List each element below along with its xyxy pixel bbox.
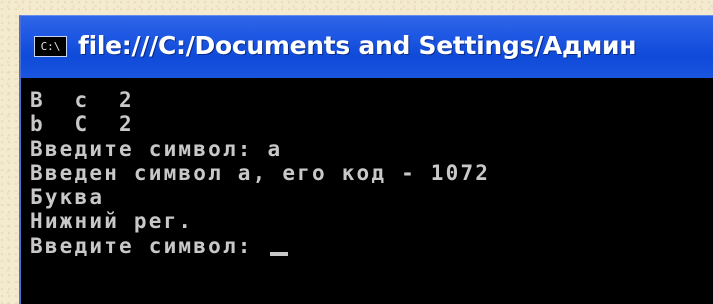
console-prompt: Введите символ: — [30, 233, 268, 258]
console-lines: B c 2 b C 2 Введите символ: а Введен сим… — [30, 88, 490, 258]
console-window[interactable]: C:\ file:///C:/Documents and Settings/Ад… — [19, 15, 713, 304]
console-output[interactable]: B c 2 b C 2 Введите символ: а Введен сим… — [21, 78, 713, 304]
console-line: Введен символ а, его код - 1072 — [30, 160, 491, 185]
console-line: Буква — [30, 185, 105, 210]
console-prompt-line[interactable]: Введите символ: — [30, 234, 490, 258]
console-line: B c 2 — [30, 88, 134, 112]
window-title: file:///C:/Documents and Settings/Админ — [78, 31, 637, 60]
console-line: Введите символ: а — [30, 136, 283, 161]
console-line: b C 2 — [30, 112, 134, 137]
console-icon[interactable]: C:\ — [34, 36, 67, 57]
text-cursor — [269, 251, 288, 256]
console-line: Нижний рег. — [30, 209, 194, 234]
title-bar[interactable]: C:\ file:///C:/Documents and Settings/Ад… — [21, 16, 713, 78]
